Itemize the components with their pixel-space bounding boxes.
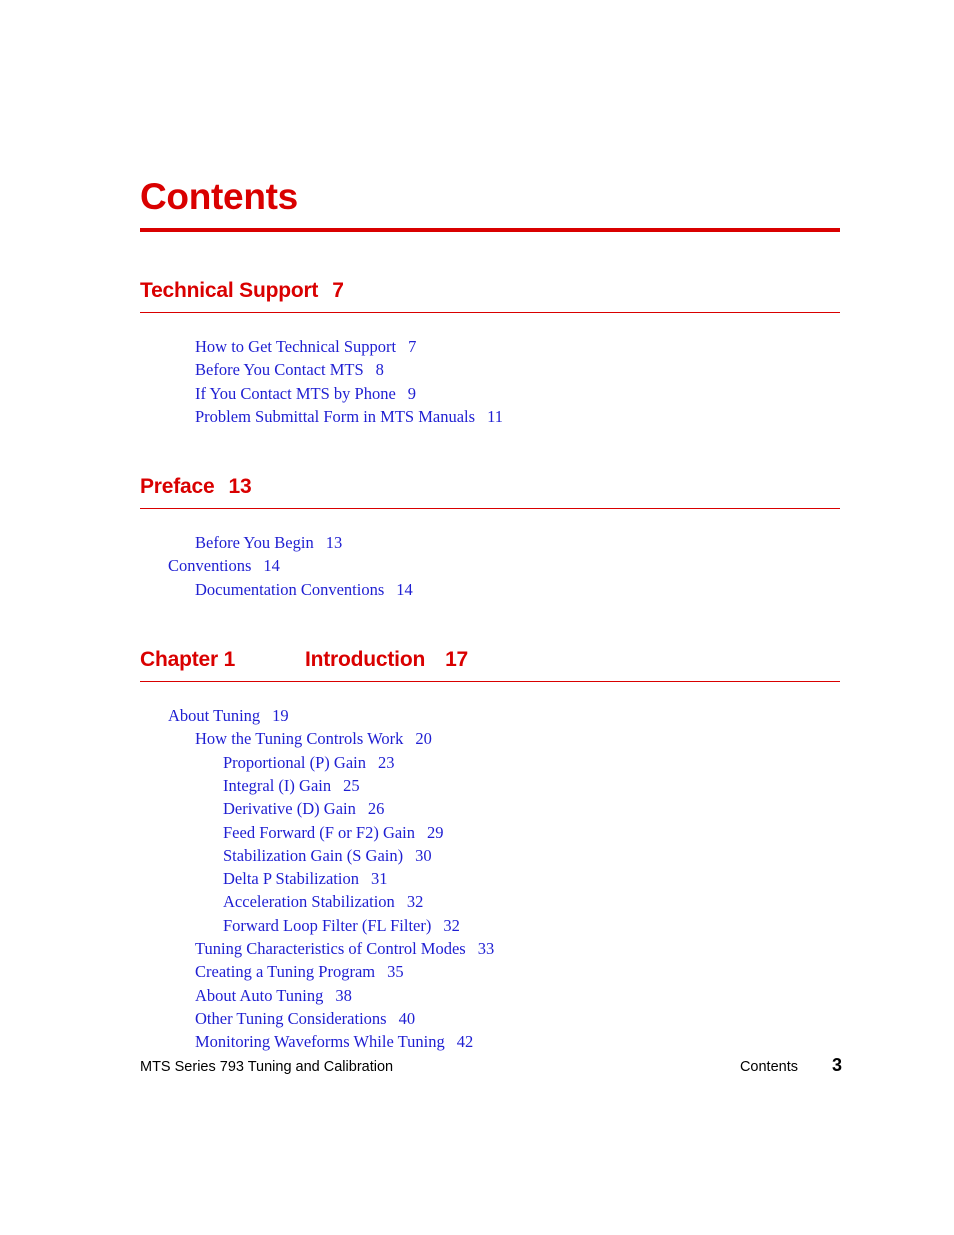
toc-entry-label: Forward Loop Filter (FL Filter) — [223, 915, 432, 935]
toc-entry-label: Proportional (P) Gain — [223, 752, 366, 772]
toc-section: Preface 13 Before You Begin 13 Conventions 14… — [140, 428, 840, 601]
toc-entry-label: How the Tuning Controls Work — [195, 729, 404, 749]
toc-entry-label: Acceleration Stabilization — [223, 892, 395, 912]
toc-entry-label: Before You Contact MTS — [195, 360, 364, 380]
toc-entry-list: About Tuning 19 How the Tuning Controls Wo… — [140, 704, 840, 1053]
toc-entry[interactable]: Monitoring Waveforms While Tuning 42 — [195, 1030, 840, 1053]
toc-entry-label: Conventions — [168, 556, 252, 576]
toc-entry-label: Integral (I) Gain — [223, 775, 332, 795]
entries-spacer — [140, 509, 840, 531]
toc-entry[interactable]: Derivative (D) Gain 26 — [223, 797, 840, 820]
toc-entry[interactable]: About Tuning 19 — [168, 704, 840, 727]
toc-entry[interactable]: Before You Begin 13 — [195, 531, 840, 554]
toc-entry-label: About Auto Tuning — [195, 985, 324, 1005]
footer-page-number: 3 — [831, 1055, 842, 1075]
toc-entry-list: Before You Begin 13 Conventions 14 Documenta… — [140, 531, 840, 601]
toc-entry-page-number: 7 — [408, 337, 417, 356]
toc-entry-page-number: 29 — [427, 822, 444, 842]
toc-entry-page-number: 13 — [325, 533, 343, 553]
part-page-number: 13 — [228, 475, 252, 499]
toc-entry-page-number: 25 — [343, 775, 360, 795]
toc-entry-page-number: 40 — [398, 1008, 416, 1028]
footer-section-label: Contents — [739, 1059, 798, 1075]
toc-entry[interactable]: Tuning Characteristics of Control Modes 3… — [195, 937, 840, 960]
toc-entry[interactable]: If You Contact MTS by Phone 9 — [195, 382, 840, 405]
toc-entry-page-number: 19 — [272, 706, 289, 726]
toc-entry[interactable]: Stabilization Gain (S Gain) 30 — [223, 844, 840, 867]
toc-entry-page-number: 38 — [335, 985, 352, 1005]
toc-entry-label: Monitoring Waveforms While Tuning — [195, 1032, 445, 1052]
toc-entry-label: Other Tuning Considerations — [195, 1008, 387, 1028]
toc-entry-page-number: 11 — [487, 406, 503, 426]
toc-entry-page-number: 42 — [456, 1032, 474, 1052]
toc-entry-page-number: 33 — [477, 939, 495, 959]
toc-entry[interactable]: Integral (I) Gain 25 — [223, 774, 840, 797]
toc-section: Technical Support 7 How to Get Technical S… — [140, 232, 840, 428]
toc-entry-page-number: 8 — [375, 360, 384, 380]
footer-document-title: MTS Series 793 Tuning and Calibration — [140, 1059, 394, 1075]
toc-entry-page-number: 9 — [407, 383, 417, 403]
part-heading[interactable]: Technical Support 7 — [140, 278, 840, 304]
chapter-title: Introduction — [305, 648, 426, 672]
toc-section: Chapter 1 Introduction 17 About Tuning 19 How… — [140, 601, 840, 1053]
chapter-page-number: 17 — [445, 648, 469, 672]
toc-content: Contents Technical Support 7 How to Get Te… — [140, 176, 840, 1054]
toc-entry[interactable]: How the Tuning Controls Work 20 — [195, 727, 840, 750]
entries-spacer — [140, 682, 840, 704]
toc-entry[interactable]: Acceleration Stabilization 32 — [223, 890, 840, 913]
toc-entry[interactable]: Conventions 14 — [168, 554, 840, 577]
part-page-number: 7 — [332, 279, 344, 302]
toc-entry-label: About Tuning — [168, 706, 261, 726]
toc-entry-label: Documentation Conventions — [195, 579, 385, 599]
part-heading-label: Preface — [140, 475, 215, 499]
toc-entry-label: Derivative (D) Gain — [223, 799, 356, 819]
toc-entry-page-number: 14 — [396, 579, 413, 599]
toc-entry-label: How to Get Technical Support — [195, 337, 397, 356]
toc-entry-page-number: 14 — [263, 556, 280, 576]
toc-entry[interactable]: Other Tuning Considerations 40 — [195, 1007, 840, 1030]
toc-entry-page-number: 32 — [443, 915, 460, 935]
toc-entry-list: How to Get Technical Support 7 Before You … — [140, 335, 840, 428]
toc-entry-page-number: 30 — [415, 845, 432, 865]
toc-page: Contents Technical Support 7 How to Get Te… — [0, 0, 954, 1235]
toc-entry-page-number: 26 — [367, 799, 385, 819]
toc-entry[interactable]: About Auto Tuning 38 — [195, 984, 840, 1007]
part-heading-label: Technical Support — [140, 279, 319, 302]
toc-sections: Technical Support 7 How to Get Technical S… — [140, 232, 840, 1054]
toc-entry-label: If You Contact MTS by Phone — [195, 383, 396, 403]
chapter-heading[interactable]: Chapter 1 Introduction 17 — [140, 647, 840, 673]
chapter-number-label: Chapter 1 — [140, 648, 236, 672]
toc-entry[interactable]: Forward Loop Filter (FL Filter) 32 — [223, 914, 840, 937]
page-title: Contents — [140, 176, 298, 217]
toc-entry[interactable]: Delta P Stabilization 31 — [223, 867, 840, 890]
part-heading[interactable]: Preface 13 — [140, 474, 840, 500]
toc-entry[interactable]: Documentation Conventions 14 — [195, 578, 840, 601]
toc-entry[interactable]: Feed Forward (F or F2) Gain 29 — [223, 821, 840, 844]
toc-entry-label: Feed Forward (F or F2) Gain — [223, 822, 416, 842]
toc-entry-label: Delta P Stabilization — [223, 869, 359, 889]
entries-spacer — [140, 313, 840, 335]
toc-entry-label: Stabilization Gain (S Gain) — [223, 845, 404, 865]
toc-entry-label: Before You Begin — [195, 533, 314, 553]
toc-entry-page-number: 32 — [406, 892, 424, 912]
toc-entry-page-number: 20 — [415, 729, 432, 749]
toc-entry-label: Creating a Tuning Program — [195, 962, 376, 982]
toc-entry[interactable]: Creating a Tuning Program 35 — [195, 960, 840, 983]
toc-entry-page-number: 23 — [377, 752, 395, 772]
toc-entry-label: Tuning Characteristics of Control Modes — [195, 939, 466, 959]
toc-entry-label: Problem Submittal Form in MTS Manuals — [195, 406, 476, 426]
toc-entry[interactable]: Proportional (P) Gain 23 — [223, 751, 840, 774]
toc-entry[interactable]: How to Get Technical Support 7 — [195, 335, 840, 358]
toc-entry-page-number: 35 — [387, 962, 404, 982]
toc-entry-page-number: 31 — [370, 869, 388, 889]
toc-entry[interactable]: Before You Contact MTS 8 — [195, 358, 840, 381]
toc-entry[interactable]: Problem Submittal Form in MTS Manuals 11 — [195, 405, 840, 428]
page-footer: MTS Series 793 Tuning and Calibration Co… — [140, 1055, 842, 1076]
